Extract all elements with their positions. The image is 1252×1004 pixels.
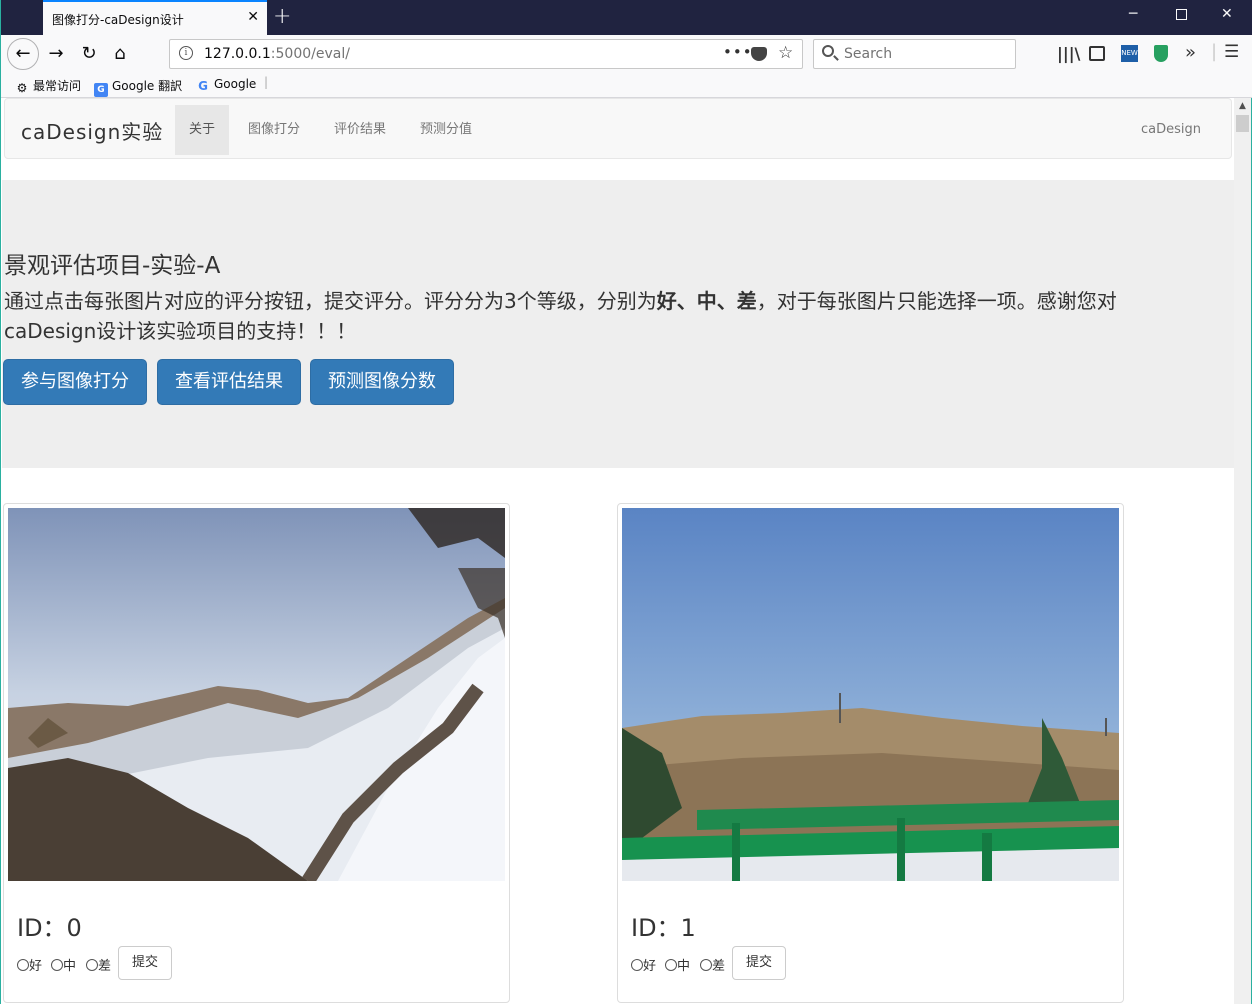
browser-tab[interactable]: 图像打分-caDesign设计 ✕ <box>43 0 267 35</box>
project-description: 通过点击每张图片对应的评分按钮，提交评分。评分分为3个等级，分别为好、中、差，对… <box>4 286 1194 346</box>
new-tab-icon[interactable]: + <box>273 4 291 29</box>
rating-poor-radio[interactable]: 差 <box>86 955 111 974</box>
bookmark-most-visited[interactable]: ⚙ 最常访问 <box>15 77 81 95</box>
url-host: 127.0.0.1 <box>204 46 271 62</box>
forward-icon[interactable]: → <box>41 40 71 68</box>
nav-cadesign[interactable]: caDesign <box>1141 105 1201 155</box>
radio-circle <box>700 959 712 971</box>
bookmark-label: Google 翻訳 <box>112 79 183 93</box>
radio-label: 差 <box>712 959 726 974</box>
vertical-scrollbar[interactable]: ▲ <box>1234 98 1251 1004</box>
nav-evaluation-results[interactable]: 评价结果 <box>320 105 400 155</box>
shield-extension-icon[interactable] <box>1154 45 1168 62</box>
site-navbar: caDesign实验 关于 图像打分 评价结果 预测分值 caDesign <box>4 98 1232 159</box>
rating-medium-radio[interactable]: 中 <box>665 955 690 974</box>
image-card: ID：1 好 中 差 提交 <box>617 503 1124 1003</box>
url-bar[interactable]: i 127.0.0.1:5000/eval/ ••• ☆ <box>169 39 803 69</box>
search-placeholder: Search <box>844 46 893 62</box>
landscape-photo <box>622 508 1119 881</box>
minimize-icon[interactable]: ─ <box>1129 6 1137 22</box>
hills-guardrail-image <box>622 508 1119 881</box>
gear-icon: ⚙ <box>16 81 28 95</box>
radio-circle <box>51 959 63 971</box>
description-text: 通过点击每张图片对应的评分按钮，提交评分。评分分为3个等级，分别为 <box>4 289 657 313</box>
view-results-button[interactable]: 查看评估结果 <box>157 359 301 405</box>
bookmark-label: Google <box>214 77 257 91</box>
description-grades: 好、中、差 <box>656 289 757 313</box>
radio-label: 好 <box>29 959 43 974</box>
site-brand[interactable]: caDesign实验 <box>21 116 163 145</box>
bookmark-divider: | <box>264 75 269 89</box>
hamburger-menu-icon[interactable]: ☰ <box>1224 42 1239 62</box>
page-viewport: caDesign实验 关于 图像打分 评价结果 预测分值 caDesign 景观… <box>2 98 1234 1004</box>
url-text: 127.0.0.1:5000/eval/ <box>204 46 350 62</box>
window-close-icon[interactable]: ✕ <box>1221 6 1233 22</box>
url-path: :5000/eval/ <box>270 46 350 62</box>
home-icon[interactable]: ⌂ <box>105 40 135 68</box>
rating-good-radio[interactable]: 好 <box>17 955 42 974</box>
tab-title: 图像打分-caDesign设计 <box>52 13 184 27</box>
nav-image-scoring[interactable]: 图像打分 <box>234 105 314 155</box>
predict-score-button[interactable]: 预测图像分数 <box>310 359 454 405</box>
submit-button[interactable]: 提交 <box>732 946 786 980</box>
bookmarks-bar: ⚙ 最常访问 G Google 翻訳 G Google | <box>1 73 1252 98</box>
join-scoring-button[interactable]: 参与图像打分 <box>3 359 147 405</box>
back-icon[interactable]: ← <box>7 38 39 70</box>
search-icon <box>822 45 834 57</box>
radio-circle <box>17 959 29 971</box>
nav-predicted-scores[interactable]: 预测分值 <box>406 105 486 155</box>
title-bar: 图像打分-caDesign设计 ✕ + ─ ✕ <box>1 0 1252 35</box>
image-card: ID：0 好 中 差 提交 <box>3 503 510 1003</box>
extension-new-icon[interactable]: NEW <box>1121 45 1138 62</box>
radio-label: 好 <box>643 959 657 974</box>
search-input[interactable]: Search <box>813 39 1016 69</box>
rating-medium-radio[interactable]: 中 <box>51 955 76 974</box>
radio-circle <box>86 959 98 971</box>
submit-button[interactable]: 提交 <box>118 946 172 980</box>
rating-good-radio[interactable]: 好 <box>631 955 656 974</box>
landscape-photo <box>8 508 505 881</box>
nav-about[interactable]: 关于 <box>175 105 230 155</box>
maximize-icon[interactable] <box>1176 9 1187 20</box>
radio-circle <box>631 959 643 971</box>
overflow-menu-icon[interactable]: » <box>1185 42 1196 63</box>
pocket-icon[interactable] <box>751 47 767 61</box>
bookmark-google[interactable]: G Google <box>196 77 256 93</box>
tab-close-icon[interactable]: ✕ <box>247 9 259 25</box>
scroll-thumb[interactable] <box>1236 115 1249 132</box>
library-icon[interactable]: |||\ <box>1057 44 1080 63</box>
google-icon: G <box>198 79 208 93</box>
scroll-up-icon[interactable]: ▲ <box>1234 98 1251 115</box>
navigation-toolbar: ← → ↻ ⌂ i 127.0.0.1:5000/eval/ ••• ☆ Sea… <box>1 35 1252 73</box>
toolbar-divider: | <box>1211 41 1218 62</box>
radio-label: 中 <box>677 959 691 974</box>
radio-label: 中 <box>63 959 77 974</box>
bookmark-label: 最常访问 <box>33 79 82 93</box>
project-title: 景观评估项目-实验-A <box>4 253 221 279</box>
radio-circle <box>665 959 677 971</box>
page-actions-icon[interactable]: ••• <box>723 43 753 61</box>
translate-icon: G <box>94 83 108 97</box>
bookmark-star-icon[interactable]: ☆ <box>778 43 793 63</box>
intro-jumbotron: 景观评估项目-实验-A 通过点击每张图片对应的评分按钮，提交评分。评分分为3个等… <box>2 180 1234 468</box>
sidebar-icon[interactable] <box>1089 46 1105 61</box>
reload-icon[interactable]: ↻ <box>74 40 104 68</box>
radio-label: 差 <box>98 959 112 974</box>
snowy-hillside-image <box>8 508 505 881</box>
bookmark-google-translate[interactable]: G Google 翻訳 <box>94 77 182 97</box>
site-info-icon[interactable]: i <box>179 46 193 60</box>
rating-poor-radio[interactable]: 差 <box>700 955 725 974</box>
image-id: ID：1 <box>631 914 696 942</box>
image-id: ID：0 <box>17 914 82 942</box>
